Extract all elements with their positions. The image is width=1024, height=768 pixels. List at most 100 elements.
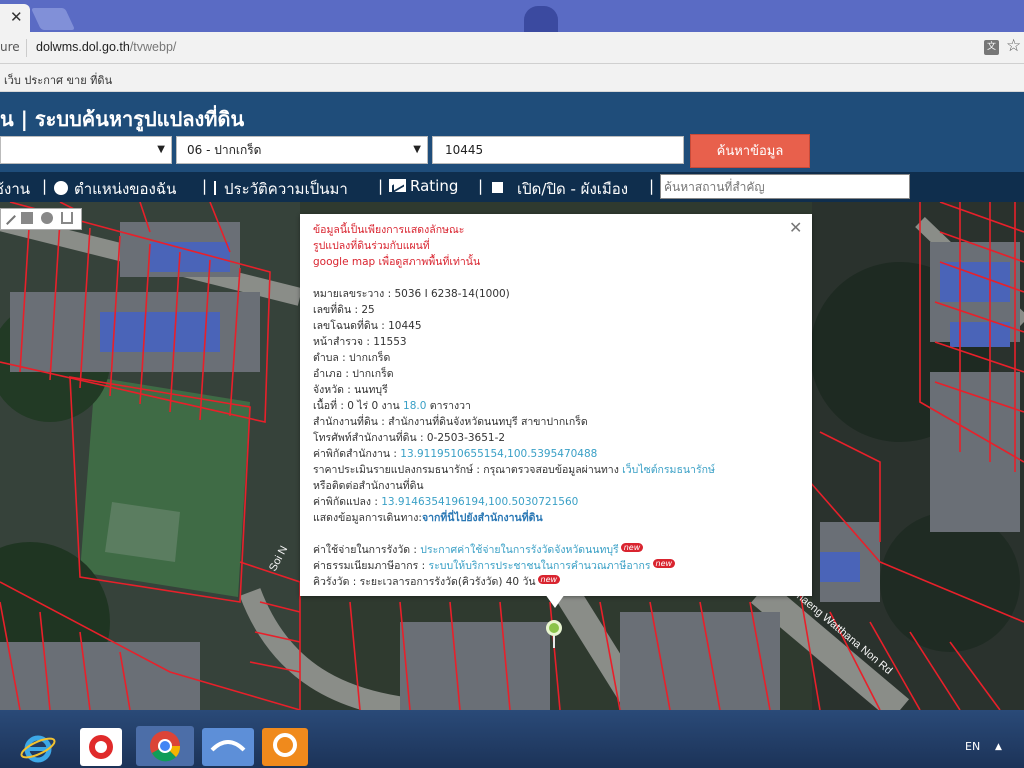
new-badge: new (537, 575, 561, 584)
taskbar: EN ▲ (0, 710, 1024, 768)
tax-link[interactable]: ระบบให้บริการประชาชนในการคำนวณภาษีอากร (429, 560, 651, 572)
parcel-coord-link[interactable]: 13.9146354196194,100.5030721560 (381, 496, 578, 508)
checkbox-icon[interactable] (492, 182, 503, 193)
map-sheet-number: หมายเลขระวาง : 5036 I 6238-14(1000) (313, 288, 510, 300)
rectangle-tool-icon[interactable] (21, 212, 33, 224)
line-tool-icon[interactable] (6, 215, 16, 225)
internet-explorer-icon[interactable] (18, 730, 58, 766)
app-icon-wave[interactable] (202, 728, 254, 766)
menu-separator: | (378, 177, 384, 195)
area: เนื้อที่ : 0 ไร่ 0 งาน 18.0 ตารางวา (313, 398, 789, 414)
landmark-search-input[interactable] (660, 174, 910, 199)
menu-item-howto-label: วิธีใช้งาน (0, 180, 30, 198)
address-bar[interactable]: dolwms.dol.go.th/tvwebp/ (36, 40, 176, 54)
menu-item-howto[interactable]: วิธีใช้งาน (0, 177, 30, 205)
secure-label[interactable]: ure (0, 40, 20, 54)
office-phone: โทรศัพท์สำนักงานที่ดิน : 0-2503-3651-2 (313, 432, 506, 444)
url-host: dolwms.dol.go.th (36, 40, 130, 54)
menu-item-zoning-label: เปิด/ปิด - ผังเมือง (517, 180, 629, 198)
survey-queue: คิวรังวัด : ระยะเวลารอการรังวัด(คิวรังวั… (313, 574, 789, 590)
page-title: น | ระบบค้นหารูปแปลงที่ดิน (0, 107, 245, 131)
bookmarks-bar: เว็บ ประกาศ ขาย ที่ดิน (0, 64, 1024, 92)
menu-item-history[interactable]: ประวัติความเป็นมา (214, 177, 348, 201)
language-indicator[interactable]: EN (965, 740, 980, 753)
province: จังหวัด : นนทบุรี (313, 384, 388, 396)
search-button[interactable]: ค้นหาข้อมูล (690, 134, 810, 168)
url-path: /tvwebp/ (129, 40, 177, 54)
polygon-tool-icon[interactable] (61, 212, 73, 224)
parcel-info-popup: ✕ ข้อมูลนี้เป็นเพียงการแสดงลักษณะ รูปแปล… (300, 214, 812, 596)
price-contact: หรือติดต่อสำนักงานที่ดิน (313, 480, 424, 492)
area-value: 18.0 (403, 400, 427, 412)
tax-fee: ค่าธรรมเนียมภาษีอากร : ระบบให้บริการประช… (313, 558, 789, 574)
profile-avatar[interactable] (524, 6, 558, 32)
survey-fee: ค่าใช้จ่ายในการรังวัด : ประกาศค่าใช้จ่าย… (313, 542, 789, 558)
office-coord-label: ค่าพิกัดสำนักงาน : (313, 448, 401, 460)
survey-page: หน้าสำรวจ : 11553 (313, 336, 407, 348)
route-link[interactable]: จากที่นี่ไปยังสำนักงานที่ดิน (422, 512, 543, 524)
appraisal-price: ราคาประเมินรายแปลงกรมธนารักษ์ : กรุณาตรว… (313, 462, 789, 478)
parcel-info-body: ข้อมูลนี้เป็นเพียงการแสดงลักษณะ รูปแปลงท… (313, 222, 789, 590)
chart-icon (389, 179, 406, 192)
amphoe: อำเภอ : ปากเกร็ด (313, 368, 394, 380)
app-icon[interactable] (80, 728, 122, 766)
history-icon (214, 181, 220, 195)
menu-item-my-location[interactable]: ตำแหน่งของฉัน (54, 177, 176, 201)
parcel-number-input[interactable]: 10445 (432, 136, 684, 164)
new-badge: new (652, 559, 676, 568)
translate-icon[interactable]: 文 (984, 40, 999, 55)
deed-number: เลขโฉนดที่ดิน : 10445 (313, 320, 422, 332)
close-tab-icon[interactable]: ✕ (10, 8, 23, 26)
chevron-down-icon: ▼ (157, 144, 165, 155)
new-tab-button[interactable] (30, 8, 76, 30)
office-coordinates: ค่าพิกัดสำนักงาน : 13.9119510655154,100.… (313, 446, 789, 462)
tax-label: ค่าธรรมเนียมภาษีอากร : (313, 560, 429, 572)
browser-toolbar: ure dolwms.dol.go.th/tvwebp/ 文 ☆ (0, 32, 1024, 64)
globe-icon (54, 181, 68, 195)
treasury-website-link[interactable]: เว็บไซต์กรมธนารักษ์ (622, 464, 715, 476)
menu-separator: | (649, 177, 655, 195)
menu-item-history-label: ประวัติความเป็นมา (224, 180, 348, 198)
menu-separator: | (202, 177, 208, 195)
parcel-coordinates: ค่าพิกัดแปลง : 13.9146354196194,100.5030… (313, 494, 789, 510)
menu-item-zoning-toggle[interactable]: เปิด/ปิด - ผังเมือง (492, 177, 628, 201)
menu-item-rating-label: Rating (410, 177, 459, 195)
parcel-coord-label: ค่าพิกัดแปลง : (313, 496, 382, 508)
close-icon[interactable]: ✕ (789, 218, 802, 237)
fee-link[interactable]: ประกาศค่าใช้จ่ายในการรังวัดจังหวัดนนทบุร… (420, 544, 618, 556)
area-prefix: เนื้อที่ : 0 ไร่ 0 งาน (313, 400, 404, 412)
menu-item-my-location-label: ตำแหน่งของฉัน (74, 180, 177, 198)
map-pin-icon[interactable] (546, 620, 562, 636)
notice-line: ข้อมูลนี้เป็นเพียงการแสดงลักษณะ (313, 224, 465, 236)
browser-tab[interactable]: ✕ (0, 4, 30, 32)
land-office: สำนักงานที่ดิน : สำนักงานที่ดินจังหวัดนน… (313, 416, 588, 428)
queue-label: คิวรังวัด : ระยะเวลารอการรังวัด(คิวรังวั… (313, 576, 536, 588)
url-separator (26, 39, 27, 57)
menu-bar: วิธีใช้งาน | ตำแหน่งของฉัน | ประวัติความ… (0, 172, 1024, 202)
chevron-down-icon: ▼ (413, 144, 421, 155)
province-select[interactable]: ▼ (0, 136, 172, 164)
menu-separator: | (42, 177, 48, 195)
amphur-select[interactable]: 06 - ปากเกร็ด ▼ (176, 136, 428, 164)
tambon: ตำบล : ปากเกร็ด (313, 352, 391, 364)
office-coord-link[interactable]: 13.9119510655154,100.5395470488 (400, 448, 597, 460)
notice-line: รูปแปลงที่ดินร่วมกับแผนที่ (313, 240, 430, 252)
menu-separator: | (478, 177, 484, 195)
tray-expand-icon[interactable]: ▲ (995, 742, 1002, 752)
browser-tab-strip: ✕ (0, 0, 1024, 32)
fee-label: ค่าใช้จ่ายในการรังวัด : (313, 544, 421, 556)
popup-pointer (545, 594, 565, 608)
menu-item-rating[interactable]: Rating (389, 177, 458, 195)
chrome-icon[interactable] (136, 726, 194, 766)
route-label: แสดงข้อมูลการเดินทาง: (313, 512, 422, 524)
bookmark-star-icon[interactable]: ☆ (1006, 36, 1021, 56)
map-drawing-toolbar (0, 208, 82, 230)
circle-tool-icon[interactable] (41, 212, 53, 224)
search-row: ▼ 06 - ปากเกร็ด ▼ 10445 ค้นหาข้อมูล (0, 132, 1024, 172)
price-label: ราคาประเมินรายแปลงกรมธนารักษ์ : กรุณาตรว… (313, 464, 623, 476)
pdf-app-icon[interactable] (262, 728, 308, 766)
area-suffix: ตารางวา (426, 400, 471, 412)
bookmark-item[interactable]: เว็บ ประกาศ ขาย ที่ดิน (4, 71, 112, 89)
notice-line: google map เพื่อดูสภาพพื้นที่เท่านั้น (313, 256, 481, 268)
route-info: แสดงข้อมูลการเดินทาง:จากที่นี่ไปยังสำนัก… (313, 510, 789, 526)
